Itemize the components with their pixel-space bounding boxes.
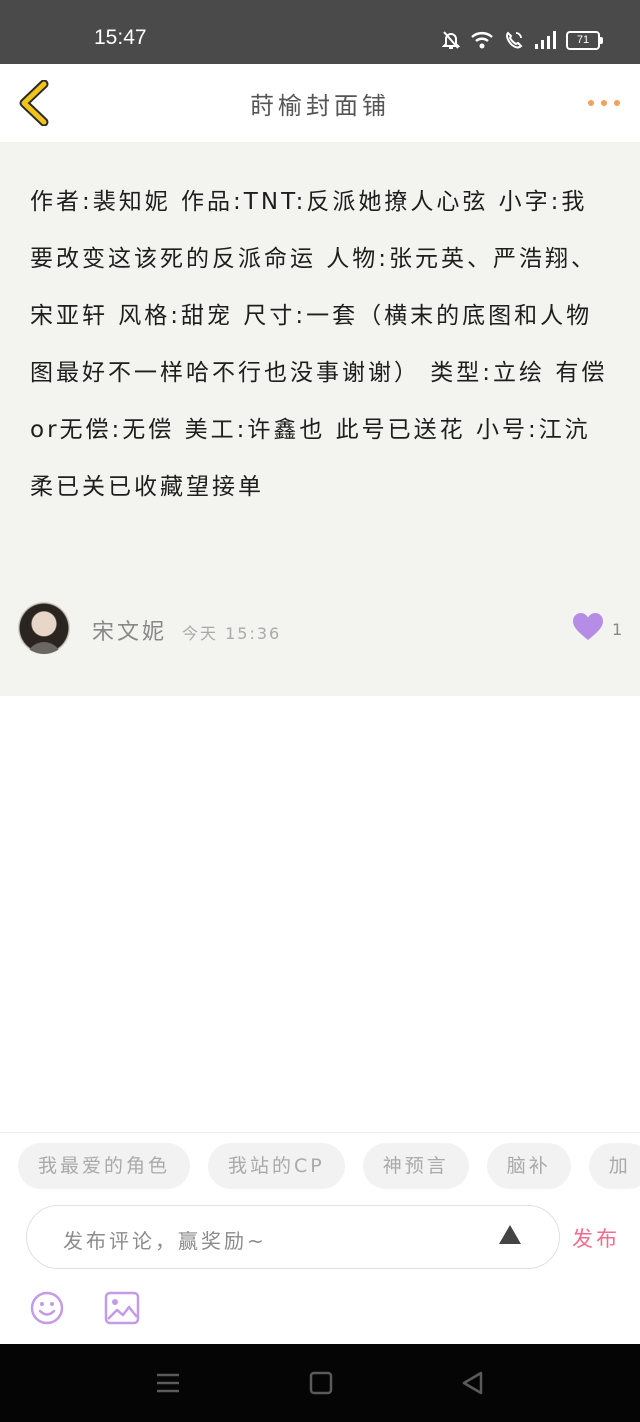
comment-placeholder: 发布评论，赢奖励~ <box>63 1229 267 1253</box>
more-dot <box>614 100 620 106</box>
emoji-icon[interactable] <box>30 1291 64 1325</box>
volte-call-icon <box>506 31 523 49</box>
system-nav-bar <box>0 1344 640 1422</box>
quick-tags: 我最爱的角色 我站的CP 神预言 脑补 加 <box>18 1143 640 1191</box>
more-dot <box>601 100 607 106</box>
more-dots-icon <box>588 100 594 106</box>
like-count: 1 <box>612 620 623 639</box>
more-options-button[interactable] <box>588 100 620 106</box>
post-card: 作者:裴知妮 作品:TNT:反派她撩人心弦 小字:我要改变这该死的反派命运 人物… <box>0 142 640 696</box>
signal-icon <box>535 31 556 49</box>
status-icons: 71 <box>442 28 603 52</box>
avatar[interactable] <box>18 602 70 654</box>
status-time: 15:47 <box>94 26 147 49</box>
tag-chip[interactable]: 神预言 <box>362 1143 469 1189</box>
heart-icon[interactable] <box>572 612 604 642</box>
top-app-bar: 莳榆封面铺 <box>0 64 640 143</box>
post-content: 作者:裴知妮 作品:TNT:反派她撩人心弦 小字:我要改变这该死的反派命运 人物… <box>30 189 608 500</box>
author-name[interactable]: 宋文妮 <box>92 614 167 646</box>
triangle-up-icon[interactable] <box>497 1222 523 1248</box>
image-icon[interactable] <box>104 1291 140 1325</box>
status-bar: 15:47 71 <box>0 0 640 64</box>
comment-input[interactable]: 发布评论，赢奖励~ <box>26 1205 560 1269</box>
post-time: 今天 15:36 <box>182 624 282 643</box>
tag-chip[interactable]: 加 <box>588 1143 640 1189</box>
wifi-icon <box>471 32 493 49</box>
menu-icon[interactable] <box>156 1371 180 1395</box>
tag-chip[interactable]: 我最爱的角色 <box>18 1143 191 1189</box>
mute-bell-icon <box>442 31 460 49</box>
page-title: 莳榆封面铺 <box>250 92 390 120</box>
tag-chip[interactable]: 我站的CP <box>208 1143 345 1189</box>
avatar-shoulders <box>26 642 62 654</box>
tag-chip[interactable]: 脑补 <box>486 1143 571 1189</box>
back-nav-icon[interactable] <box>461 1371 485 1395</box>
home-icon[interactable] <box>309 1371 333 1395</box>
comment-area: 我最爱的角色 我站的CP 神预言 脑补 加 发布评论，赢奖励~ 发布 <box>0 1132 640 1345</box>
publish-button[interactable]: 发布 <box>572 1223 620 1253</box>
battery-icon: 71 <box>566 30 603 50</box>
